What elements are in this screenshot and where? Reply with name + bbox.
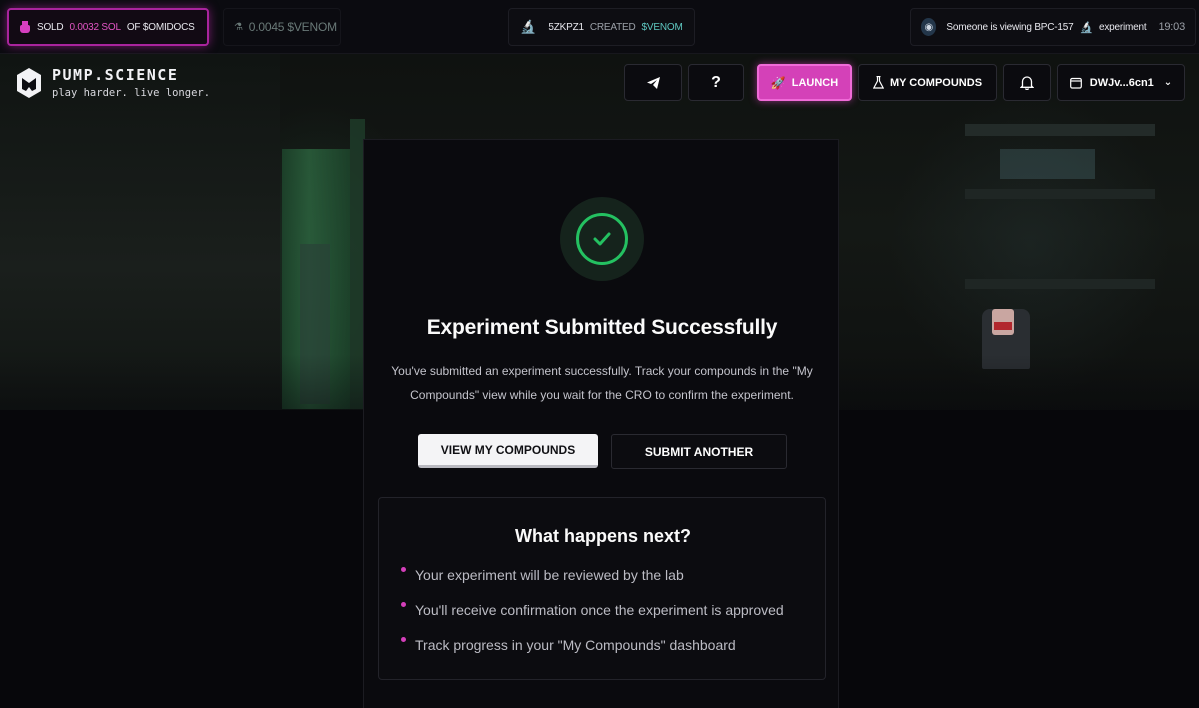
ticker-viewing-text: Someone is viewing BPC-157: [946, 21, 1074, 33]
my-compounds-label: MY COMPOUNDS: [889, 76, 983, 89]
telegram-button[interactable]: [624, 64, 682, 101]
launch-label: LAUNCH: [791, 76, 839, 89]
ticker-user: 5ZKPZ1: [548, 21, 584, 33]
bell-icon: [1020, 76, 1034, 90]
launch-button[interactable]: 🚀 LAUNCH: [757, 64, 852, 101]
ticker-experiment: experiment: [1099, 21, 1147, 33]
list-item: Track progress in your "My Compounds" da…: [401, 636, 784, 671]
ticker-action: SOLD: [37, 21, 64, 33]
list-item-text: Track progress in your "My Compounds" da…: [415, 637, 736, 653]
wallet-address: DWJv...6cn1: [1089, 76, 1154, 89]
next-steps-title: What happens next?: [514, 526, 691, 546]
next-steps-panel: What happens next? Your experiment will …: [378, 497, 826, 680]
ticker-token: $VENOM: [641, 21, 683, 33]
view-my-compounds-button[interactable]: VIEW MY COMPOUNDS: [418, 434, 598, 468]
eye-icon: ◉: [921, 18, 937, 36]
ticker-item-viewing[interactable]: ◉ Someone is viewing BPC-157 🔬 experimen…: [910, 8, 1196, 46]
success-modal: Experiment Submitted Successfully You've…: [363, 139, 839, 708]
list-item: You'll receive confirmation once the exp…: [401, 601, 784, 636]
chevron-down-icon: ⌄: [1163, 77, 1173, 88]
ticker-time: 19:03: [1158, 21, 1185, 33]
logo-icon: [16, 67, 42, 99]
telegram-icon: [646, 76, 660, 89]
submit-another-button[interactable]: SUBMIT ANOTHER: [611, 434, 787, 469]
help-icon: ?: [711, 73, 721, 91]
ticker-item-created[interactable]: 🔬 5ZKPZ1 CREATED $VENOM: [508, 8, 695, 46]
ticker-suffix: OF $OMIDOCS: [126, 21, 195, 33]
ticker-amount: 0.0045 $VENOM: [248, 20, 337, 34]
success-badge: [560, 197, 644, 281]
ticker-item-buy[interactable]: ⚗ 0.0045 $VENOM: [223, 8, 341, 46]
list-item-text: Your experiment will be reviewed by the …: [415, 567, 684, 583]
wallet-icon: [1069, 77, 1082, 89]
bullet-icon: [401, 567, 406, 572]
wallet-button[interactable]: DWJv...6cn1 ⌄: [1057, 64, 1185, 101]
next-steps-list: Your experiment will be reviewed by the …: [401, 566, 784, 671]
flask-icon: [19, 21, 31, 33]
logo-tagline: play harder. live longer.: [52, 87, 211, 99]
help-button[interactable]: ?: [688, 64, 744, 101]
check-circle-icon: [576, 213, 628, 265]
list-item: Your experiment will be reviewed by the …: [401, 566, 784, 601]
ticker-item-sold[interactable]: SOLD 0.0032 SOL OF $OMIDOCS: [7, 8, 209, 46]
flask-icon: [872, 76, 884, 89]
logo-title: PUMP.SCIENCE: [52, 66, 179, 84]
activity-ticker: SOLD 0.0032 SOL OF $OMIDOCS ⚗ 0.0045 $VE…: [0, 0, 1199, 54]
modal-description: You've submitted an experiment successfu…: [391, 364, 813, 402]
notifications-button[interactable]: [1003, 64, 1051, 101]
microscope-icon: 🔬: [520, 19, 537, 34]
logo[interactable]: PUMP.SCIENCE play harder. live longer.: [16, 66, 210, 99]
bullet-icon: [401, 602, 406, 607]
rocket-icon: 🚀: [770, 75, 786, 90]
microscope-icon: 🔬: [1079, 21, 1094, 34]
my-compounds-button[interactable]: MY COMPOUNDS: [858, 64, 997, 101]
ticker-amount: 0.0032 SOL: [69, 21, 121, 33]
list-item-text: You'll receive confirmation once the exp…: [415, 602, 784, 618]
flask-icon: ⚗: [234, 21, 243, 33]
ticker-action: CREATED: [589, 21, 636, 33]
bullet-icon: [401, 637, 406, 642]
modal-title: Experiment Submitted Successfully: [426, 316, 778, 339]
